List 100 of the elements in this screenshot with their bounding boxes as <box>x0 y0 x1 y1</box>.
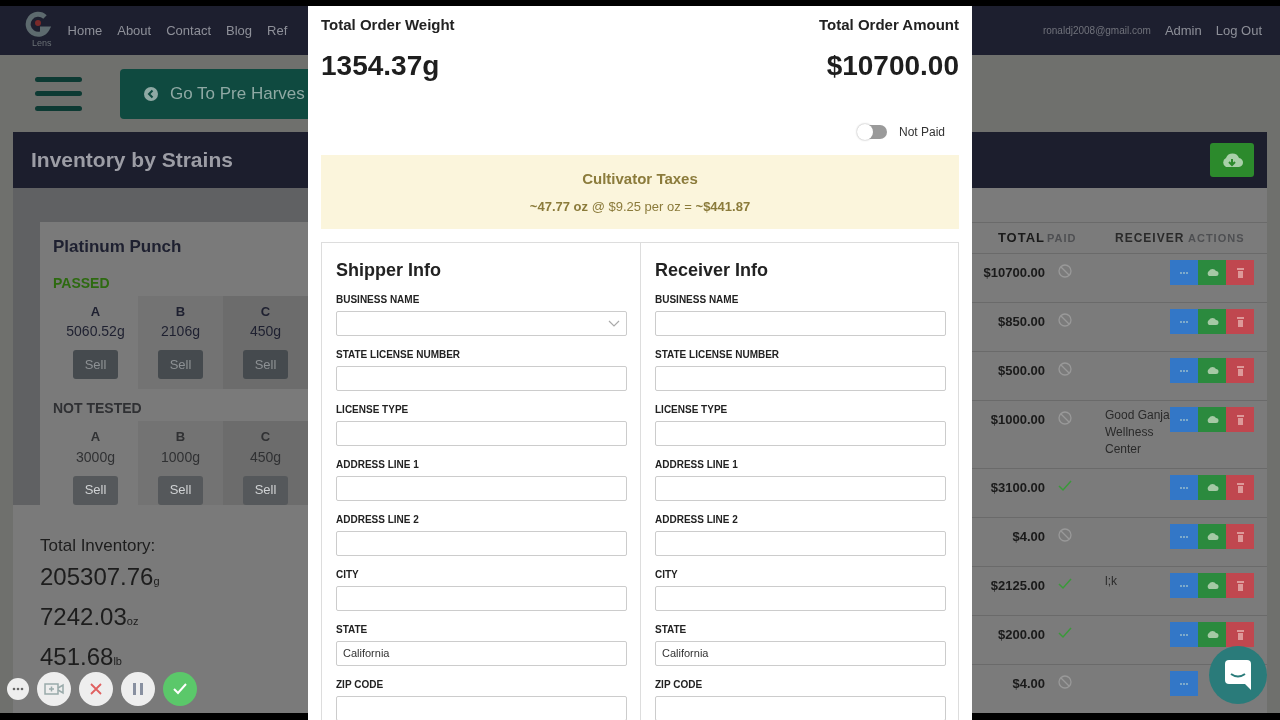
sell-button[interactable]: Sell <box>158 475 203 505</box>
field-label: BUSINESS NAME <box>336 292 421 307</box>
sell-button[interactable]: Sell <box>243 475 288 505</box>
input-field[interactable]: California <box>336 640 627 666</box>
total-amount: 7242.03oz <box>40 601 140 632</box>
grade-weight: 2106g <box>160 322 201 341</box>
paid-toggle[interactable] <box>858 124 887 139</box>
cloud-icon <box>1205 366 1219 375</box>
grade-weight: 450g <box>248 322 283 341</box>
input-field[interactable] <box>336 420 627 446</box>
delete-button[interactable] <box>1226 475 1254 500</box>
nav-link[interactable]: Contact <box>166 20 211 41</box>
field-label: CITY <box>655 567 679 582</box>
field-label: ADDRESS LINE 2 <box>336 512 420 527</box>
dots-icon <box>1179 681 1189 686</box>
table-cell-text: $4.00 <box>1011 528 1045 546</box>
pause-icon <box>133 683 143 695</box>
input-field[interactable] <box>655 310 946 336</box>
dots-icon <box>1179 485 1189 490</box>
dots-icon <box>12 687 24 691</box>
nav-link[interactable]: Log Out <box>1215 20 1262 41</box>
field-label: CITY <box>336 567 360 582</box>
input-field[interactable] <box>655 530 946 556</box>
nav-link[interactable]: Admin <box>1164 20 1202 41</box>
input-field[interactable] <box>336 530 627 556</box>
section-title: Inventory by Strains <box>31 147 233 174</box>
download-button[interactable] <box>1198 475 1226 500</box>
grade-weight: 5060.52g <box>65 322 126 341</box>
back-button[interactable]: Go To Pre Harves <box>120 69 308 119</box>
input-field[interactable] <box>336 695 627 720</box>
nav-link[interactable]: Home <box>67 20 103 41</box>
download-button[interactable] <box>1210 143 1254 177</box>
sell-button[interactable]: Sell <box>243 350 288 379</box>
trash-icon <box>1236 414 1244 425</box>
delete-button[interactable] <box>1226 573 1254 598</box>
input-field[interactable] <box>655 475 946 501</box>
cloud-icon <box>1205 268 1219 277</box>
table-cell: Good Ganja Wellness Center <box>1105 408 1170 456</box>
table-cell: l;k <box>1105 574 1117 588</box>
input-field[interactable] <box>655 365 946 391</box>
sell-button[interactable]: Sell <box>73 475 118 505</box>
dots-icon <box>1179 270 1189 275</box>
select-field[interactable] <box>336 310 627 336</box>
download-button[interactable] <box>1198 573 1226 598</box>
delete-button[interactable] <box>1226 407 1254 432</box>
cloud-icon <box>1205 532 1219 541</box>
grade-label: C <box>259 428 272 446</box>
logo-text: Lens <box>32 36 52 50</box>
table-cell-text: $2125.00 <box>989 577 1045 595</box>
cloud-icon <box>1205 415 1219 424</box>
download-button[interactable] <box>1198 260 1226 285</box>
download-button[interactable] <box>1198 358 1226 383</box>
delete-button[interactable] <box>1226 358 1254 383</box>
chat-icon <box>1225 660 1251 690</box>
field-label: LICENSE TYPE <box>655 402 729 417</box>
total-amount: 205307.76g <box>40 561 161 592</box>
download-button[interactable] <box>1198 622 1226 647</box>
cloud-icon <box>1205 630 1219 639</box>
table-cell-text: $500.00 <box>997 362 1045 380</box>
input-field[interactable] <box>655 695 946 720</box>
order-amount: $10700.00 <box>825 48 959 83</box>
field-label: STATE LICENSE NUMBER <box>655 347 781 362</box>
delete-button[interactable] <box>1226 524 1254 549</box>
tax-line: ~47.77 oz @ $9.25 per oz = ~$441.87 <box>528 198 752 216</box>
download-button[interactable] <box>1198 407 1226 432</box>
sell-button[interactable]: Sell <box>158 350 203 379</box>
nav-link[interactable]: Blog <box>226 20 253 41</box>
input-field[interactable]: California <box>655 640 946 666</box>
section-title: Receiver Info <box>655 258 770 282</box>
field-label: ADDRESS LINE 1 <box>655 457 739 472</box>
table-cell-text: $3100.00 <box>989 479 1045 497</box>
delete-button[interactable] <box>1226 309 1254 334</box>
delete-button[interactable] <box>1226 622 1254 647</box>
trash-icon <box>1236 531 1244 542</box>
trash-icon <box>1236 629 1244 640</box>
input-field[interactable] <box>336 365 627 391</box>
input-field[interactable] <box>336 585 627 611</box>
video-camera-icon <box>44 682 64 696</box>
section-title: Shipper Info <box>336 258 442 282</box>
field-label: ZIP CODE <box>336 677 385 692</box>
total-label: Total Inventory: <box>40 535 157 557</box>
download-button[interactable] <box>1198 524 1226 549</box>
cloud-download-icon <box>1220 152 1244 168</box>
dots-button[interactable] <box>7 678 29 700</box>
tax-title: Cultivator Taxes <box>581 168 699 189</box>
trash-icon <box>1236 316 1244 327</box>
download-button[interactable] <box>1198 309 1226 334</box>
delete-button[interactable] <box>1226 260 1254 285</box>
cloud-icon <box>1205 317 1219 326</box>
nav-link[interactable]: Ref <box>267 20 288 41</box>
input-field[interactable] <box>336 475 627 501</box>
input-field[interactable] <box>655 585 946 611</box>
menu-icon[interactable] <box>35 77 82 111</box>
input-field[interactable] <box>655 420 946 446</box>
arrow-left-icon <box>144 87 158 101</box>
nav-link[interactable]: About <box>117 20 152 41</box>
sell-button[interactable]: Sell <box>73 350 118 379</box>
order-weight: 1354.37g <box>321 48 441 83</box>
dots-icon <box>1179 632 1189 637</box>
toggle-label: Not Paid <box>898 123 945 141</box>
